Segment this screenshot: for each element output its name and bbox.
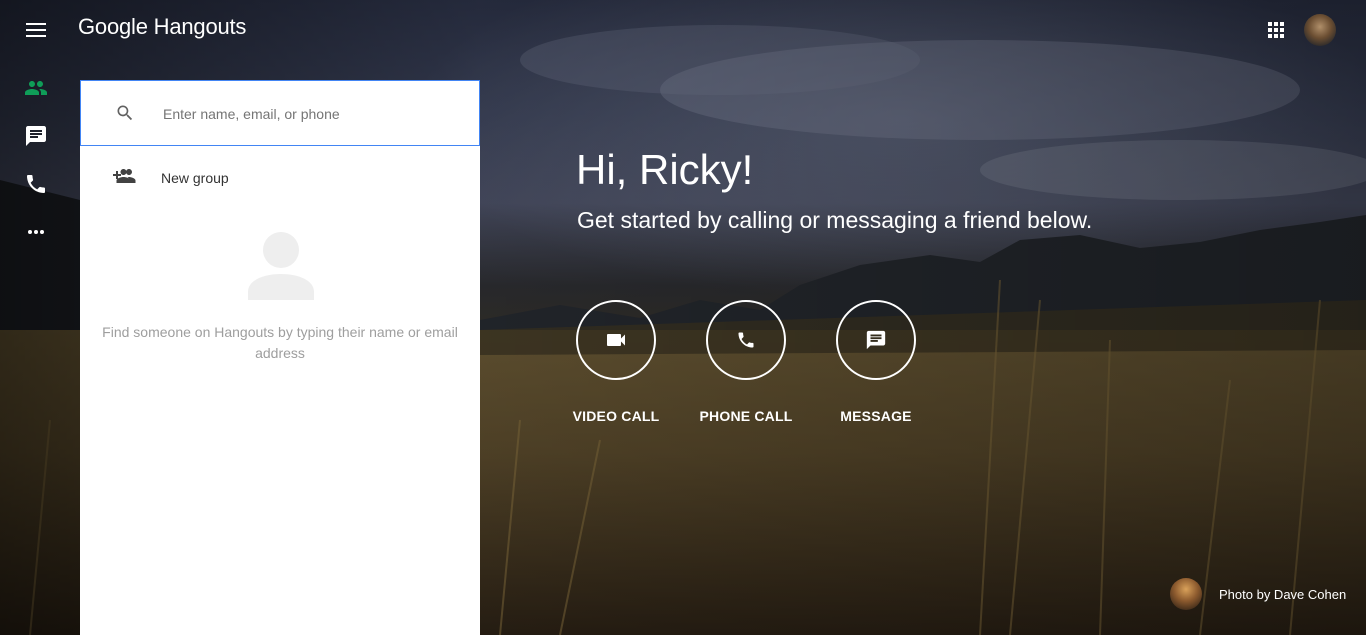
video-call-label: VIDEO CALL bbox=[572, 408, 660, 424]
phone-icon bbox=[738, 332, 754, 348]
chat-icon bbox=[26, 126, 46, 146]
greeting-title: Hi, Ricky! bbox=[576, 146, 754, 193]
more-horiz-icon bbox=[28, 230, 44, 234]
main-menu-button[interactable] bbox=[22, 16, 50, 44]
app-logo: Google Hangouts bbox=[78, 14, 247, 39]
video-call-button[interactable]: VIDEO CALL bbox=[573, 300, 659, 424]
empty-state-message: Find someone on Hangouts by typing their… bbox=[102, 324, 458, 361]
phone-call-circle bbox=[706, 300, 786, 380]
message-label: MESSAGE bbox=[840, 408, 912, 424]
message-icon bbox=[866, 330, 886, 350]
hangouts-app: Google Hangouts Enter name, email, or ph… bbox=[0, 0, 1366, 635]
rail-more-button[interactable] bbox=[24, 220, 48, 244]
account-avatar[interactable] bbox=[1304, 14, 1336, 46]
contacts-panel: New group Find someone on Hangouts by ty… bbox=[80, 80, 480, 635]
new-group-label: New group bbox=[161, 170, 229, 186]
people-icon bbox=[25, 81, 47, 95]
phone-call-button[interactable]: PHONE CALL bbox=[700, 300, 792, 424]
phone-call-label: PHONE CALL bbox=[699, 408, 793, 424]
person-placeholder-icon bbox=[248, 232, 314, 300]
rail-phone-button[interactable] bbox=[24, 172, 48, 196]
greeting-subtitle: Get started by calling or messaging a fr… bbox=[577, 207, 1093, 233]
photo-credit[interactable]: Photo by Dave Cohen bbox=[1170, 578, 1346, 610]
search-box bbox=[80, 80, 480, 146]
phone-icon bbox=[27, 175, 45, 193]
message-circle bbox=[836, 300, 916, 380]
photographer-avatar bbox=[1170, 578, 1202, 610]
video-call-circle bbox=[576, 300, 656, 380]
search-icon bbox=[117, 105, 133, 121]
hamburger-menu-icon bbox=[26, 23, 46, 37]
message-button[interactable]: MESSAGE bbox=[836, 300, 916, 424]
apps-grid-icon bbox=[1268, 22, 1284, 38]
google-apps-button[interactable] bbox=[1264, 18, 1288, 42]
new-group-button[interactable]: New group bbox=[80, 156, 480, 200]
videocam-icon bbox=[607, 334, 625, 346]
rail-contacts-button[interactable] bbox=[24, 76, 48, 100]
rail-conversations-button[interactable] bbox=[24, 124, 48, 148]
search-input[interactable] bbox=[161, 101, 465, 127]
group-add-icon bbox=[113, 169, 136, 183]
photo-credit-text: Photo by Dave Cohen bbox=[1219, 586, 1347, 602]
